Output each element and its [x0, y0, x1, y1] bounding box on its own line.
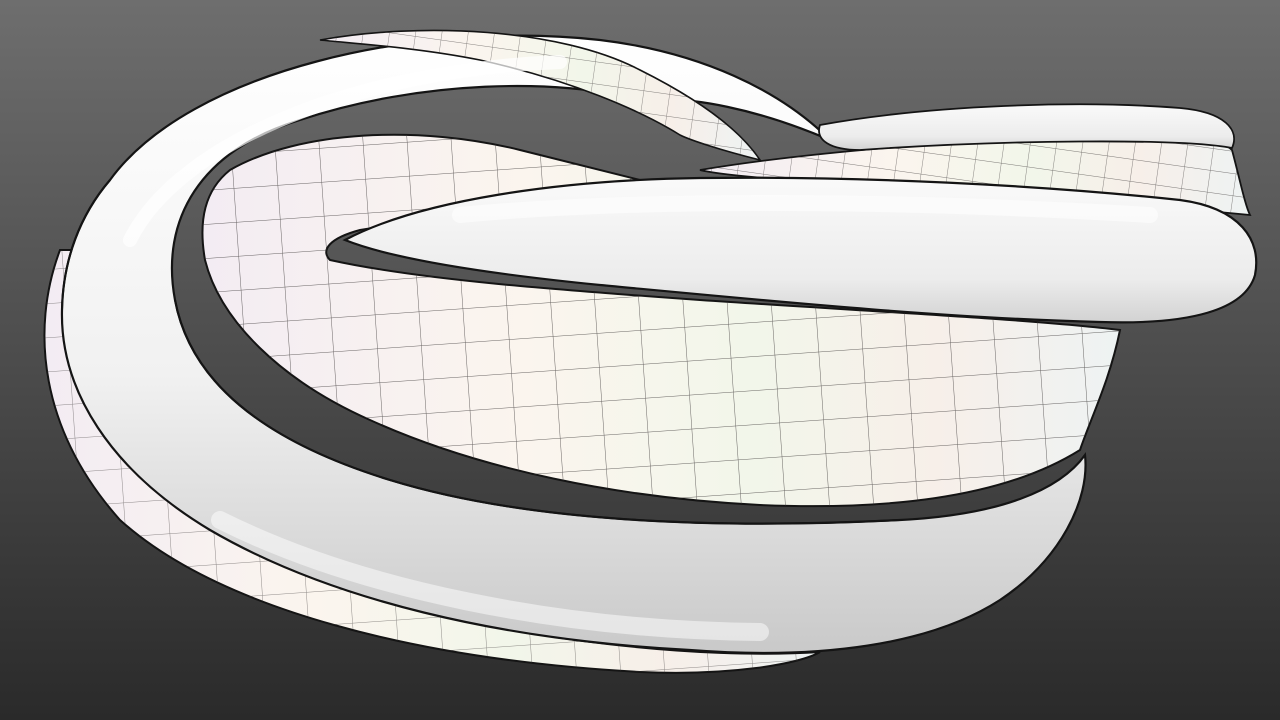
- render-viewport: [0, 0, 1280, 720]
- ribbon-surface-render: [0, 0, 1280, 720]
